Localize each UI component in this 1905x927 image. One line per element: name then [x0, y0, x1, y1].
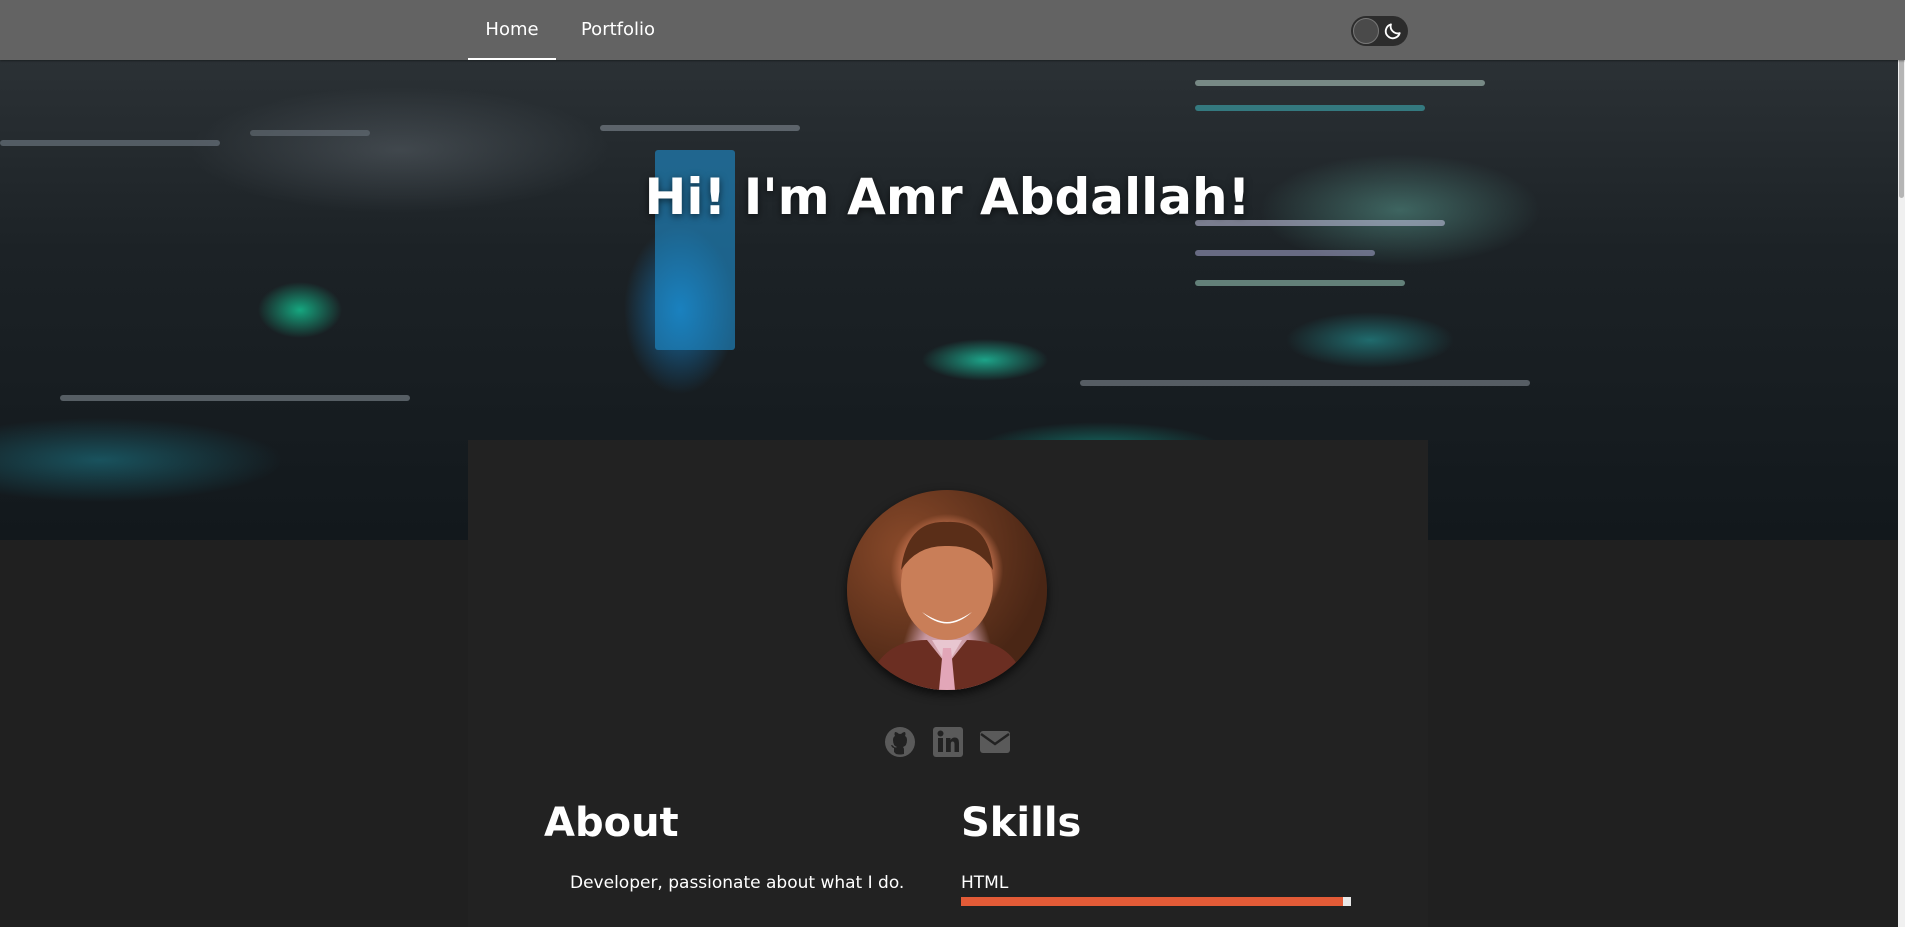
avatar-photo — [867, 521, 1027, 690]
hero-bg-shape — [250, 130, 370, 136]
about-heading: About — [544, 800, 679, 846]
skill-progress-bar — [961, 897, 1351, 906]
hero-bg-shape — [1195, 280, 1405, 286]
top-navbar: Home Portfolio — [0, 0, 1905, 60]
hero-title: Hi! I'm Amr Abdallah! — [644, 168, 1251, 226]
hero-bg-shape — [600, 125, 800, 131]
hero-bg-shape — [0, 140, 220, 146]
about-text: Developer, passionate about what I do. — [570, 873, 905, 893]
toggle-knob — [1353, 18, 1379, 44]
nav-portfolio-link[interactable]: Portfolio — [578, 0, 658, 60]
moon-icon — [1384, 23, 1401, 40]
skills-heading: Skills — [961, 800, 1082, 846]
hero-bg-shape — [60, 395, 410, 401]
skill-label: HTML — [961, 873, 1009, 893]
hero-bg-shape — [1195, 105, 1425, 111]
nav-home-link[interactable]: Home — [468, 0, 556, 60]
linkedin-icon[interactable] — [932, 726, 964, 758]
avatar — [847, 490, 1047, 690]
hero-bg-shape — [1195, 250, 1375, 256]
theme-toggle[interactable] — [1351, 16, 1408, 46]
hero-bg-shape — [1080, 380, 1530, 386]
github-icon[interactable] — [884, 726, 916, 758]
envelope-icon[interactable] — [979, 726, 1011, 758]
hero-bg-shape — [1195, 80, 1485, 86]
skill-progress-fill — [961, 897, 1344, 906]
